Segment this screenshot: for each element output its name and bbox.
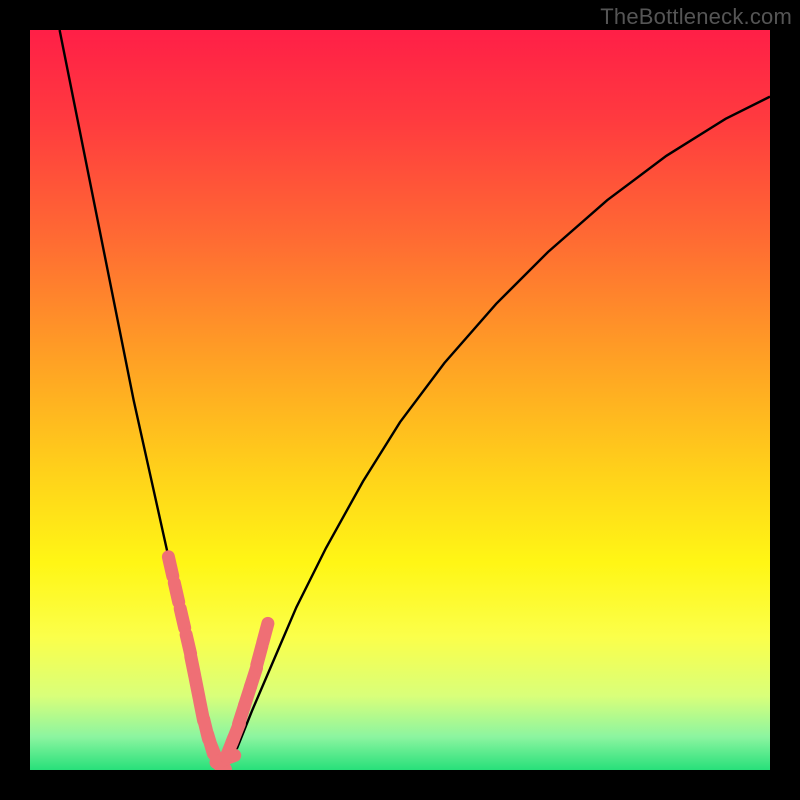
marker-capsule (168, 557, 172, 576)
marker-capsule (174, 583, 178, 602)
marker-capsule (180, 609, 185, 628)
gradient-background (30, 30, 770, 770)
chart-svg (30, 30, 770, 770)
chart-frame (30, 30, 770, 770)
marker-capsule (263, 623, 268, 642)
watermark-text: TheBottleneck.com (600, 4, 792, 30)
